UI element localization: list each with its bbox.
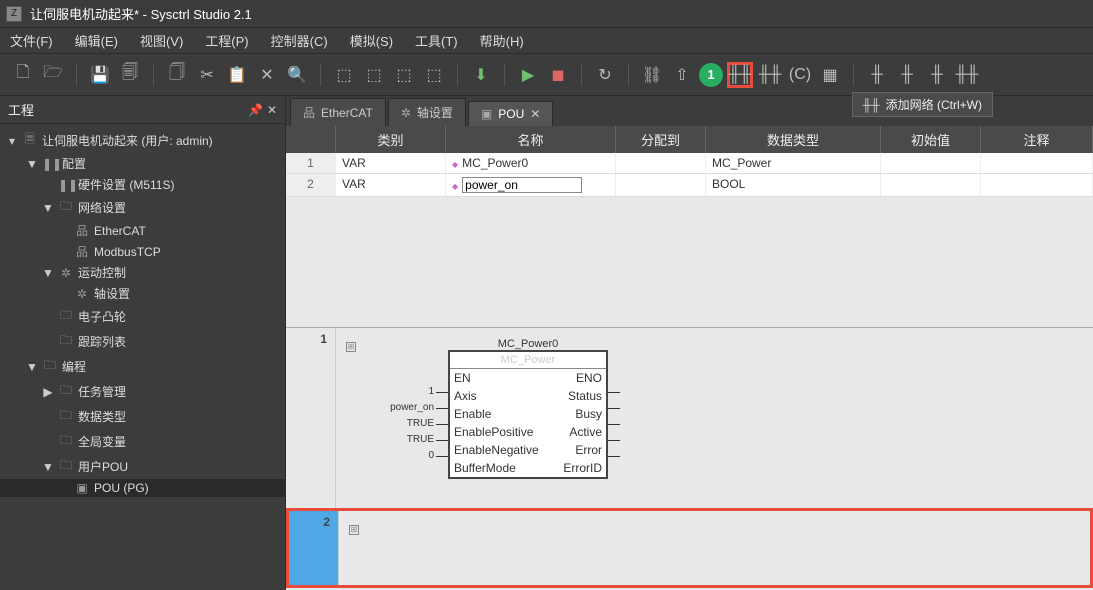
toolbar: 🗋 🗁 💾 🗐 🗍 ✂ 📋 ✕ 🔍 ⬚ ⬚ ⬚ ⬚ ⬇ ▶ ◼ ↻ ⛓ ⇧ 1 … xyxy=(0,54,1093,96)
tree-item[interactable]: 🗀全局变量 xyxy=(0,429,285,454)
tool1-icon[interactable]: ⬚ xyxy=(361,62,387,88)
tab-POU[interactable]: ▣POU✕ xyxy=(468,101,553,126)
tree-item[interactable]: ▼🗀编程 xyxy=(0,354,285,379)
tooltip-text: 添加网络 (Ctrl+W) xyxy=(886,96,982,113)
pin-icon[interactable]: 📌 xyxy=(248,103,263,117)
menu-help[interactable]: 帮助(H) xyxy=(480,31,524,50)
saveall-icon[interactable]: 🗐 xyxy=(117,62,143,88)
project-panel-title: 工程 xyxy=(8,100,34,119)
fbd-input-label: TRUE xyxy=(356,418,434,429)
network-1[interactable]: 1 ⊞ 1 power_on TRUE TRUE 0 MC_Power0 MC_Powe… xyxy=(286,328,1093,508)
fbd-block-type: MC_Power xyxy=(450,352,606,369)
network-2-body[interactable]: ⊞ xyxy=(339,511,1090,585)
tool2-icon[interactable]: ⬚ xyxy=(391,62,417,88)
titlebar: Z 让伺服电机动起来* - Sysctrl Studio 2.1 xyxy=(0,0,1093,28)
connect-icon[interactable]: ⬇ xyxy=(468,62,494,88)
link-icon[interactable]: ⛓ xyxy=(639,62,665,88)
tool-fb-icon[interactable]: ▦ xyxy=(817,62,843,88)
tab-EtherCAT[interactable]: 品EtherCAT xyxy=(290,98,386,126)
fbd-input-label: 0 xyxy=(356,450,434,461)
tree-item[interactable]: ▼🗀网络设置 xyxy=(0,195,285,220)
menu-file[interactable]: 文件(F) xyxy=(10,31,53,50)
annotation-badge-1: 1 xyxy=(699,63,723,87)
tree-item[interactable]: ✲轴设置 xyxy=(0,283,285,304)
tree-item[interactable]: 🗀跟踪列表 xyxy=(0,329,285,354)
table-row[interactable]: 1VAR◆MC_Power0MC_Power xyxy=(286,153,1093,174)
variable-table: 类别 名称 分配到 数据类型 初始值 注释 1VAR◆MC_Power0MC_P… xyxy=(286,126,1093,328)
tree-item[interactable]: ▼❚❚配置 xyxy=(0,153,285,174)
network-1-num: 1 xyxy=(286,328,336,508)
tool-h1-icon[interactable]: ╫ xyxy=(864,62,890,88)
search-icon[interactable]: 🔍 xyxy=(284,62,310,88)
new-icon[interactable]: 🗋 xyxy=(10,62,36,88)
expand-icon[interactable]: ⊞ xyxy=(346,342,356,352)
menu-edit[interactable]: 编辑(E) xyxy=(75,31,118,50)
tree-item[interactable]: ▶🗀任务管理 xyxy=(0,379,285,404)
tree-item[interactable]: ▼🗀用户POU xyxy=(0,454,285,479)
menubar: 文件(F) 编辑(E) 视图(V) 工程(P) 控制器(C) 模拟(S) 工具(… xyxy=(0,28,1093,54)
close-icon[interactable]: ✕ xyxy=(267,103,277,117)
tree-item[interactable]: ▼✲运动控制 xyxy=(0,262,285,283)
fbd-instance-name: MC_Power0 xyxy=(448,338,608,350)
fbd-block[interactable]: MC_Power0 MC_Power ENENOAxisStatusEnable… xyxy=(448,338,608,479)
fbd-networks: 1 ⊞ 1 power_on TRUE TRUE 0 MC_Power0 MC_Powe… xyxy=(286,328,1093,590)
tool-co-icon[interactable]: (C) xyxy=(787,62,813,88)
run-icon[interactable]: ▶ xyxy=(515,62,541,88)
tool-net2-icon[interactable]: ╫╫ xyxy=(757,62,783,88)
tree-item[interactable]: 品EtherCAT xyxy=(0,220,285,241)
network-1-body[interactable]: ⊞ 1 power_on TRUE TRUE 0 MC_Power0 MC_Power … xyxy=(336,328,1093,508)
window-title: 让伺服电机动起来* - Sysctrl Studio 2.1 xyxy=(30,4,252,23)
menu-project[interactable]: 工程(P) xyxy=(205,31,248,50)
project-tree: ▾🗏 让伺服电机动起来 (用户: admin) ▼❚❚配置❚❚硬件设置 (M51… xyxy=(0,124,285,501)
cut-icon[interactable]: ✂ xyxy=(194,62,220,88)
tree-item[interactable]: ▣POU (PG) xyxy=(0,479,285,497)
tree-item[interactable]: ❚❚硬件设置 (M511S) xyxy=(0,174,285,195)
tree-root-label: 让伺服电机动起来 (用户: admin) xyxy=(42,132,213,149)
tree-root[interactable]: ▾🗏 让伺服电机动起来 (用户: admin) xyxy=(0,128,285,153)
app-icon: Z xyxy=(6,6,22,22)
tree-item[interactable]: 🗀电子凸轮 xyxy=(0,304,285,329)
tool-h4-icon[interactable]: ╫╫ xyxy=(954,62,980,88)
tool3-icon[interactable]: ⬚ xyxy=(421,62,447,88)
open-icon[interactable]: 🗁 xyxy=(40,62,66,88)
stop-icon[interactable]: ◼ xyxy=(545,62,571,88)
fbd-input-label: 1 xyxy=(356,386,434,397)
menu-controller[interactable]: 控制器(C) xyxy=(271,31,328,50)
tab-icon: ✲ xyxy=(401,106,411,120)
menu-tools[interactable]: 工具(T) xyxy=(415,31,458,50)
tree-item[interactable]: 🗀数据类型 xyxy=(0,404,285,429)
up-icon[interactable]: ⇧ xyxy=(669,62,695,88)
fbd-input-label: power_on xyxy=(356,402,434,413)
tab-icon: 品 xyxy=(303,104,315,121)
tool-h2-icon[interactable]: ╫ xyxy=(894,62,920,88)
save-icon[interactable]: 💾 xyxy=(87,62,113,88)
table-row[interactable]: 2VAR◆BOOL xyxy=(286,174,1093,197)
network-2[interactable]: 2 ⊞ 2 xyxy=(286,508,1093,588)
project-panel-header: 工程 📌 ✕ xyxy=(0,96,285,124)
refresh-icon[interactable]: ↻ xyxy=(592,62,618,88)
editor-area: 品EtherCAT✲轴设置▣POU✕ 类别 名称 分配到 数据类型 初始值 注释… xyxy=(286,96,1093,590)
tab-轴设置[interactable]: ✲轴设置 xyxy=(388,98,466,126)
project-panel: 工程 📌 ✕ ▾🗏 让伺服电机动起来 (用户: admin) ▼❚❚配置❚❚硬件… xyxy=(0,96,286,590)
menu-simulate[interactable]: 模拟(S) xyxy=(350,31,393,50)
add-network-icon[interactable]: ╫╫ xyxy=(727,62,753,88)
expand-icon[interactable]: ⊞ xyxy=(349,525,359,535)
fbd-input-label: TRUE xyxy=(356,434,434,445)
tab-icon: ▣ xyxy=(481,107,492,121)
compile-icon[interactable]: ⬚ xyxy=(331,62,357,88)
tool-h3-icon[interactable]: ╫ xyxy=(924,62,950,88)
vartable-header: 类别 名称 分配到 数据类型 初始值 注释 xyxy=(286,126,1093,153)
tooltip: ╫╫ 添加网络 (Ctrl+W) xyxy=(852,92,993,117)
copy-icon[interactable]: 🗍 xyxy=(164,62,190,88)
tooltip-icon: ╫╫ xyxy=(863,98,880,112)
var-name-input[interactable] xyxy=(462,177,582,193)
delete-icon[interactable]: ✕ xyxy=(254,62,280,88)
tree-item[interactable]: 品ModbusTCP xyxy=(0,241,285,262)
network-2-num: 2 xyxy=(289,511,339,585)
paste-icon[interactable]: 📋 xyxy=(224,62,250,88)
tab-close-icon[interactable]: ✕ xyxy=(530,107,540,121)
menu-view[interactable]: 视图(V) xyxy=(140,31,183,50)
